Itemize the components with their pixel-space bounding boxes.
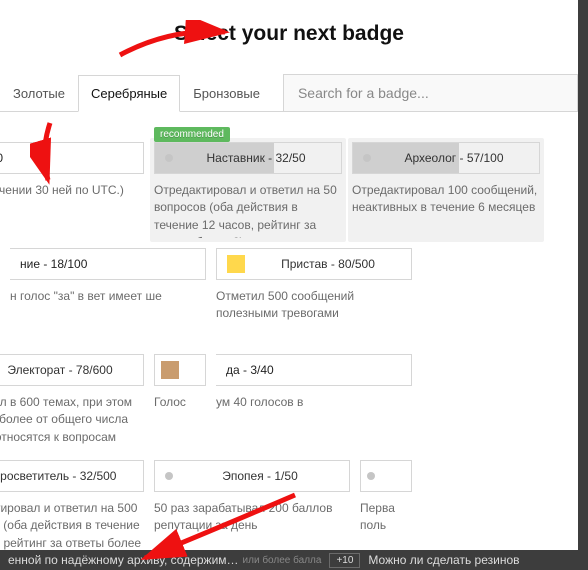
badge-card-header	[360, 460, 412, 492]
badge-card-header: ние - 18/100	[10, 248, 206, 280]
badge-card-header: Просветитель - 32/500	[0, 460, 144, 492]
badge-description: Голос	[154, 394, 206, 450]
modal-title: Select your next badge	[0, 22, 578, 46]
tabs-row: Золотые Серебряные Бронзовые Search for …	[0, 74, 578, 112]
badge-card[interactable]: recommendedНаставник - 32/50Отредактиров…	[150, 138, 346, 242]
tab-bronze[interactable]: Бронзовые	[180, 75, 273, 112]
badge-card-header: Пристав - 80/500	[216, 248, 412, 280]
badge-name: Электорат - 78/600	[0, 363, 133, 377]
badge-name: ние - 18/100	[20, 257, 195, 271]
badge-modal: Select your next badge Золотые Серебряны…	[0, 0, 578, 550]
badge-card-header: Наставник - 32/50	[154, 142, 342, 174]
badge-description: Голосовал в 600 темах, при этом 25% или …	[0, 394, 144, 450]
badge-dot-icon	[165, 472, 173, 480]
badge-name: Просветитель - 32/500	[0, 469, 133, 483]
badge-progress-square	[227, 255, 245, 273]
badge-name: Археолог - 57/100	[379, 151, 529, 165]
badge-progress-square	[161, 361, 179, 379]
badge-description: Отредактировал и ответил на 500 вопросов…	[0, 500, 144, 556]
badge-dot-icon	[165, 154, 173, 162]
badge-card-header: Эпопея - 1/50	[154, 460, 350, 492]
badge-card[interactable]: Голос	[154, 354, 206, 450]
badge-description: н голос "за" в вет имеет ше	[10, 288, 206, 344]
badge-card[interactable]: Перва поль	[360, 460, 412, 556]
badge-description: Отметил 500 сообщений полезными тревогам…	[216, 288, 412, 344]
badge-description: ум 40 голосов в	[216, 394, 412, 450]
annotation-arrow-left	[30, 118, 70, 188]
tab-gold[interactable]: Золотые	[0, 75, 78, 112]
badge-card[interactable]: г - 20/30 евно в течении 30 ней по UTC.)	[0, 142, 144, 238]
badge-name: Эпопея - 1/50	[181, 469, 339, 483]
badge-name: да - 3/40	[226, 363, 401, 377]
badge-card-header: Электорат - 78/600	[0, 354, 144, 386]
badge-card[interactable]: Просветитель - 32/500 Отредактировал и от…	[0, 460, 144, 556]
annotation-arrow-bottom	[135, 490, 305, 565]
badge-card[interactable]: ние - 18/100 н голос "за" в вет имеет ше	[10, 248, 206, 344]
badge-card[interactable]: Археолог - 57/100 Отредактировал 100 сооб…	[348, 138, 544, 242]
badge-card-header	[154, 354, 206, 386]
badge-card[interactable]: Пристав - 80/500 Отметил 500 сообщений по…	[216, 248, 412, 344]
badge-description: евно в течении 30 ней по UTC.)	[0, 182, 144, 238]
badge-card[interactable]: Электорат - 78/600 Голосовал в 600 темах,…	[0, 354, 144, 450]
tab-silver[interactable]: Серебряные	[78, 75, 180, 112]
recommended-pill: recommended	[154, 127, 230, 142]
bg-text-right: Можно ли сделать резинов	[368, 553, 519, 567]
badge-dot-icon	[367, 472, 375, 480]
badge-dot-icon	[363, 154, 371, 162]
badge-card-header: да - 3/40	[216, 354, 412, 386]
annotation-arrow-top	[115, 20, 235, 60]
search-wrap: Search for a badge...	[283, 74, 578, 112]
badge-card-header: Археолог - 57/100	[352, 142, 540, 174]
badge-name: Наставник - 32/50	[181, 151, 331, 165]
rep-badge: +10	[329, 553, 360, 568]
badge-card-header: г - 20/30	[0, 142, 144, 174]
badge-description: Перва поль	[360, 500, 412, 556]
badge-card[interactable]: да - 3/40 ум 40 голосов в	[216, 354, 412, 450]
badge-name: Пристав - 80/500	[255, 257, 401, 271]
badge-description: Отредактировал и ответил на 50 вопросов …	[154, 182, 342, 238]
badge-description: Отредактировал 100 сообщений, неактивных…	[352, 182, 540, 238]
search-input[interactable]: Search for a badge...	[283, 74, 578, 112]
